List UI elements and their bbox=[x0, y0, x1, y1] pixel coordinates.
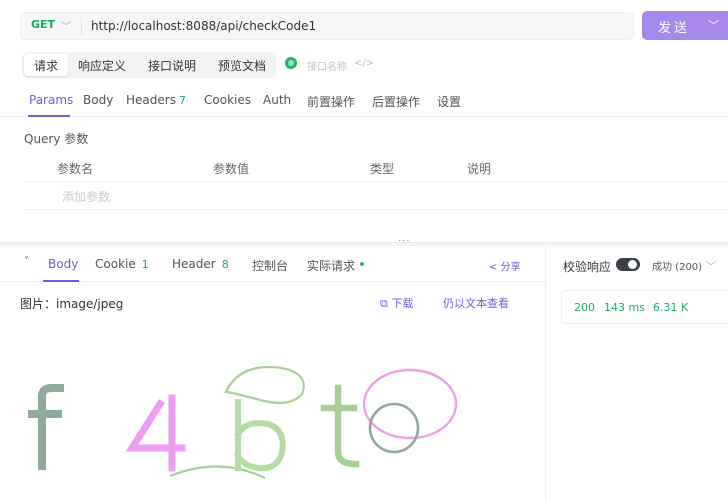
globe-icon[interactable] bbox=[285, 57, 297, 69]
send-button[interactable]: 发送 ﹀ bbox=[642, 11, 728, 40]
captcha-glyph-4 bbox=[125, 394, 186, 472]
captcha-glyph-f bbox=[28, 384, 64, 470]
tab-post-operations[interactable]: 后置操作 bbox=[372, 93, 420, 110]
cookie-count-badge: 1 bbox=[141, 258, 149, 271]
tab-response-definition[interactable]: 响应定义 bbox=[78, 54, 126, 76]
tab-response-cookie[interactable]: Cookie 1 bbox=[95, 257, 149, 271]
column-description: 说明 bbox=[467, 162, 492, 176]
tab-auth[interactable]: Auth bbox=[263, 93, 291, 107]
header-count-badge: 8 bbox=[221, 258, 229, 271]
captcha-glyph-t bbox=[320, 384, 360, 468]
chevron-down-icon[interactable]: ﹀ bbox=[706, 258, 716, 273]
status-dot-icon bbox=[360, 261, 365, 266]
doc-mode-tabs: 请求 响应定义 接口说明 预览文档 bbox=[22, 52, 276, 78]
response-panel: ˅ Body Cookie 1 Header 8 控制台 实际请求 < 分享 图片：… bbox=[0, 246, 545, 500]
url-divider bbox=[81, 18, 82, 35]
share-label: 分享 bbox=[500, 262, 521, 273]
tab-api-description[interactable]: 接口说明 bbox=[148, 54, 196, 76]
tab-headers[interactable]: Headers 7 bbox=[126, 93, 186, 107]
chevron-down-icon[interactable]: ﹀ bbox=[61, 18, 71, 33]
validate-response-label: 校验响应 bbox=[563, 260, 612, 274]
response-validation-panel: 校验响应 成功 (200) ﹀ 200 143 ms 6.31 K bbox=[545, 246, 728, 500]
captcha-image bbox=[28, 366, 458, 479]
response-time: 143 ms bbox=[604, 301, 645, 314]
tab-params[interactable]: Params bbox=[29, 93, 73, 107]
download-icon: ⧉ bbox=[380, 297, 388, 310]
url-bar-row: GET ﹀ 发送 ﹀ bbox=[0, 0, 728, 50]
tab-settings[interactable]: 设置 bbox=[437, 93, 461, 110]
view-as-text-link[interactable]: 仍以文本查看 bbox=[443, 295, 509, 311]
query-params-title: Query 参数 bbox=[24, 132, 89, 146]
tab-cookies[interactable]: Cookies bbox=[204, 93, 251, 107]
captcha-glyph-b bbox=[233, 399, 286, 472]
tab-pre-operations[interactable]: 前置操作 bbox=[307, 93, 355, 110]
chevron-down-icon[interactable]: ﹀ bbox=[708, 17, 719, 33]
column-type: 类型 bbox=[370, 162, 395, 176]
column-param-value: 参数值 bbox=[213, 162, 250, 176]
response-size: 6.31 K bbox=[653, 301, 689, 314]
validate-response-toggle[interactable] bbox=[616, 258, 640, 271]
add-param-input[interactable]: 添加参数 bbox=[62, 188, 110, 205]
url-input[interactable] bbox=[91, 16, 621, 36]
response-meta: 200 143 ms 6.31 K bbox=[561, 290, 728, 324]
share-icon: < bbox=[489, 262, 498, 273]
tab-response-cookie-label: Cookie bbox=[95, 257, 136, 271]
tab-response-header-label: Header bbox=[172, 257, 216, 271]
tab-headers-label: Headers bbox=[126, 93, 176, 107]
request-tabs: Params Body Headers 7 Cookies Auth 前置操作 后… bbox=[0, 86, 728, 117]
share-button[interactable]: < 分享 bbox=[489, 258, 521, 273]
headers-count-badge: 7 bbox=[178, 94, 186, 107]
api-name-input[interactable]: 接口名称 bbox=[307, 58, 347, 73]
url-box: GET ﹀ bbox=[20, 12, 634, 40]
content-type-label: 图片：image/jpeg bbox=[20, 297, 124, 311]
response-status-select[interactable]: 成功 (200) bbox=[652, 258, 702, 273]
tab-response-header[interactable]: Header 8 bbox=[172, 257, 229, 271]
query-params-header: 参数名 参数值 类型 说明 bbox=[22, 154, 728, 182]
method-select[interactable]: GET bbox=[31, 18, 55, 31]
active-tab-indicator bbox=[43, 280, 79, 282]
tab-actual-request-label: 实际请求 bbox=[307, 259, 356, 273]
tab-preview-doc[interactable]: 预览文档 bbox=[218, 54, 266, 76]
tab-request[interactable]: 请求 bbox=[24, 54, 68, 76]
query-add-row: 添加参数 bbox=[22, 182, 728, 210]
tab-console[interactable]: 控制台 bbox=[252, 257, 288, 274]
tab-body[interactable]: Body bbox=[83, 93, 113, 107]
send-button-label: 发送 bbox=[658, 21, 691, 36]
active-tab-indicator bbox=[28, 115, 70, 117]
chevron-down-icon[interactable]: ˅ bbox=[24, 256, 29, 267]
api-client-window: GET ﹀ 发送 ﹀ 请求 响应定义 接口说明 预览文档 接口名称 </> Pa… bbox=[0, 0, 728, 500]
download-label: 下载 bbox=[391, 297, 414, 310]
column-param-name: 参数名 bbox=[57, 162, 94, 176]
tab-actual-request[interactable]: 实际请求 bbox=[307, 257, 365, 274]
download-button[interactable]: ⧉ 下载 bbox=[380, 295, 413, 311]
response-tabs: ˅ Body Cookie 1 Header 8 控制台 实际请求 < 分享 bbox=[0, 246, 545, 282]
tab-response-body[interactable]: Body bbox=[48, 257, 78, 271]
response-status-code: 200 bbox=[574, 301, 595, 314]
code-icon[interactable]: </> bbox=[354, 58, 374, 69]
